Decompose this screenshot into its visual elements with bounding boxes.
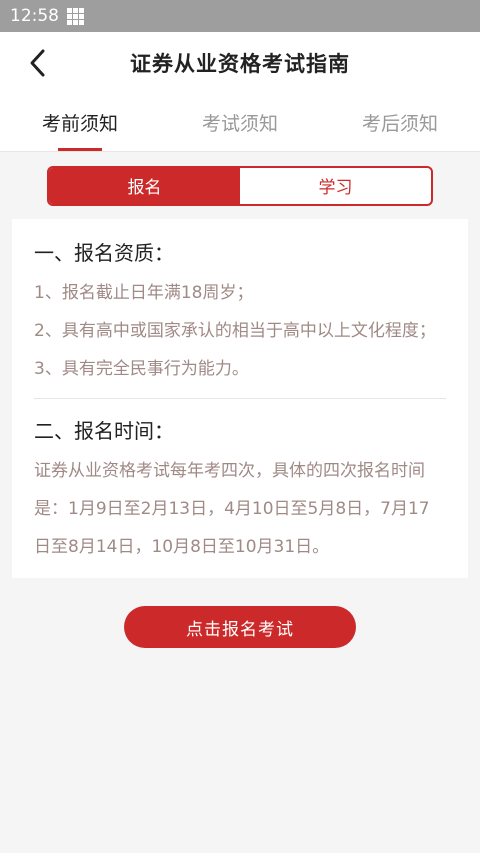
tab-active-indicator	[58, 148, 102, 151]
segment-study[interactable]: 学习	[240, 168, 431, 204]
grid-icon	[67, 7, 84, 25]
tab-label: 考试须知	[201, 113, 278, 135]
info-card: 一、报名资质： 1、报名截止日年满18周岁； 2、具有高中或国家承认的相当于高中…	[12, 219, 468, 578]
section-heading: 一、报名资质：	[34, 241, 174, 265]
list-item: 1、报名截止日年满18周岁；	[34, 283, 254, 303]
segment-wrapper: 报名 学习	[0, 152, 480, 219]
segment-register[interactable]: 报名	[49, 167, 240, 204]
register-exam-button[interactable]: 点击报名考试	[124, 606, 356, 648]
tab-before-exam[interactable]: 考前须知	[0, 94, 160, 151]
tab-label: 考前须知	[41, 113, 118, 135]
chevron-left-icon	[30, 49, 45, 77]
status-time: 12:58	[10, 6, 59, 26]
section-heading: 二、报名时间：	[34, 419, 174, 443]
tab-bar: 考前须知 考试须知 考后须知	[0, 94, 480, 152]
status-bar: 12:58	[0, 0, 480, 32]
back-button[interactable]	[22, 46, 52, 80]
page-title: 证券从业资格考试指南	[130, 52, 350, 76]
tab-exam[interactable]: 考试须知	[160, 94, 320, 151]
cta-wrapper: 点击报名考试	[0, 606, 480, 648]
divider	[34, 398, 446, 399]
list-item: 2、具有高中或国家承认的相当于高中以上文化程度；	[34, 321, 436, 341]
segment-control: 报名 学习	[47, 165, 433, 206]
list-item: 3、具有完全民事行为能力。	[34, 359, 249, 379]
tab-after-exam[interactable]: 考后须知	[320, 94, 480, 151]
app-header: 证券从业资格考试指南	[0, 32, 480, 94]
tab-label: 考后须知	[361, 113, 438, 135]
section-text: 证券从业资格考试每年考四次，具体的四次报名时间是：1月9日至2月13日，4月10…	[34, 461, 430, 557]
